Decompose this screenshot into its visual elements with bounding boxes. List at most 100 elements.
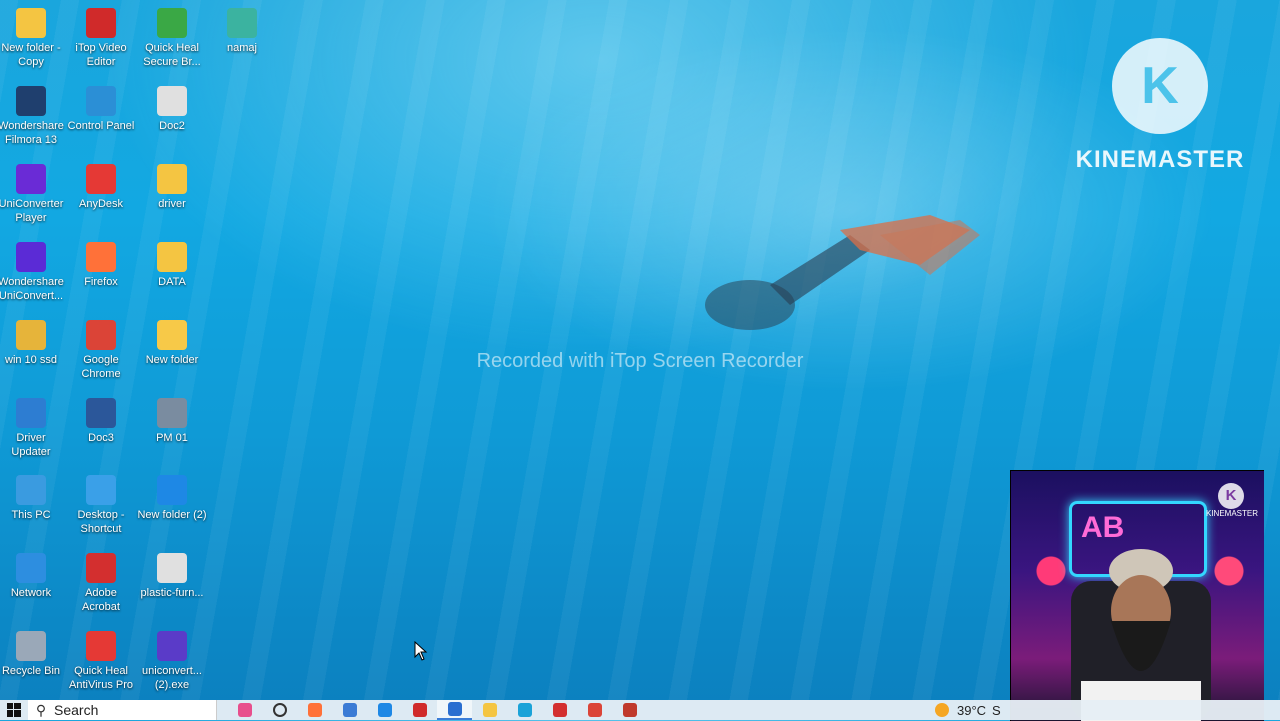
desktop-icon[interactable]: DATA <box>137 238 207 289</box>
edge-icon <box>517 703 532 717</box>
desktop-icon-label: Firefox <box>84 276 118 288</box>
search-placeholder: Search <box>54 702 99 718</box>
taskbar-app-button[interactable] <box>262 700 297 720</box>
desktop-icon[interactable]: Driver Updater <box>0 394 66 459</box>
taskbar-app-button[interactable] <box>507 700 542 720</box>
cortana-icon <box>272 703 287 717</box>
taskbar-app-button[interactable] <box>577 700 612 720</box>
taskbar-app-button[interactable] <box>227 700 262 720</box>
desktop-icon[interactable]: uniconvert... (2).exe <box>137 627 207 692</box>
word-document-icon <box>86 398 116 428</box>
desktop-icon[interactable]: Doc3 <box>66 394 136 445</box>
desktop-icon-label: namaj <box>227 42 257 54</box>
uniconverter-icon <box>16 242 46 272</box>
desktop-icon[interactable]: AnyDesk <box>66 160 136 211</box>
mouse-cursor-icon <box>414 641 428 661</box>
desktop-icon[interactable]: driver <box>137 160 207 211</box>
taskbar-app-button[interactable] <box>542 700 577 720</box>
desktop-icon[interactable]: Doc2 <box>137 82 207 133</box>
desktop-icon[interactable]: Firefox <box>66 238 136 289</box>
desktop-icon-label: Google Chrome <box>81 354 121 380</box>
desktop-icon-label: Control Panel <box>67 120 135 132</box>
control-panel-icon <box>86 86 116 116</box>
wallpaper-diver <box>705 215 980 330</box>
desktop-icon[interactable]: Desktop - Shortcut <box>66 471 136 536</box>
taskbar-app-button[interactable] <box>367 700 402 720</box>
file-explorer-icon <box>482 703 497 717</box>
desktop-icon[interactable]: Network <box>0 549 66 600</box>
kinemaster-logo-text: KINEMASTER <box>1075 146 1245 173</box>
weather-temperature[interactable]: 39°C <box>957 703 986 718</box>
desktop-icon-label: uniconvert... (2).exe <box>142 665 202 691</box>
kinemaster-watermark: K KINEMASTER <box>1070 38 1250 174</box>
desktop-icon-label: Desktop - Shortcut <box>77 509 125 535</box>
desktop-icon[interactable]: Control Panel <box>66 82 136 133</box>
pdf-icon <box>157 553 187 583</box>
taskbar-app-button[interactable] <box>297 700 332 720</box>
desktop-icon[interactable]: UniConverter Player <box>0 160 66 225</box>
taskbar-search-box[interactable]: ⚲ Search <box>28 700 217 720</box>
desktop-icon[interactable]: PM 01 <box>137 394 207 445</box>
file-icon <box>227 8 257 38</box>
windows-logo-icon <box>7 703 21 717</box>
folder-icon <box>16 320 46 350</box>
taskbar-app-button[interactable] <box>437 700 472 720</box>
anydesk-icon <box>86 164 116 194</box>
acrobat-icon <box>552 703 567 717</box>
taskbar-app-button[interactable] <box>612 700 647 720</box>
taskbar: ⚲ Search 39°C S <box>0 700 1280 720</box>
desktop-icon-label: win 10 ssd <box>5 354 57 366</box>
firefox-icon <box>86 242 116 272</box>
taskbar-app-button[interactable] <box>402 700 437 720</box>
desktop-icon[interactable]: New folder - Copy <box>0 4 66 69</box>
desktop-icon-label: Adobe Acrobat <box>82 587 120 613</box>
desktop-icon[interactable]: This PC <box>0 471 66 522</box>
desktop-icon-label: AnyDesk <box>78 198 124 210</box>
settings-gear-icon <box>157 475 187 505</box>
mixed-app-icon <box>237 703 252 717</box>
quick-heal-icon <box>86 631 116 661</box>
weather-condition[interactable]: S <box>992 703 1001 718</box>
desktop-icon[interactable]: Adobe Acrobat <box>66 549 136 614</box>
weather-icon[interactable] <box>935 703 949 717</box>
taskbar-app-button[interactable] <box>332 700 367 720</box>
desktop-icon[interactable]: plastic-furn... <box>137 549 207 600</box>
desktop-icon-label: Driver Updater <box>11 432 51 458</box>
network-icon <box>16 553 46 583</box>
recycle-bin-icon <box>16 631 46 661</box>
firefox-icon <box>307 703 322 717</box>
desktop-icon[interactable]: Wondershare UniConvert... <box>0 238 66 303</box>
desktop-icon-label: iTop Video Editor <box>75 42 127 68</box>
chrome-icon <box>86 320 116 350</box>
pdf-icon <box>157 86 187 116</box>
chrome-icon <box>587 703 602 717</box>
exe-installer-icon <box>157 631 187 661</box>
desktop-icon[interactable]: iTop Video Editor <box>66 4 136 69</box>
desktop-icon-label: Network <box>10 587 52 599</box>
itop-video-icon <box>412 703 427 717</box>
start-button[interactable] <box>0 700 28 720</box>
webcam-overlay: AB K KINEMASTER <box>1010 470 1264 721</box>
desktop-icon[interactable]: Recycle Bin <box>0 627 66 678</box>
kinemaster-small-logo: K KINEMASTER <box>1206 483 1258 518</box>
chrome-profile-icon <box>622 703 637 717</box>
desktop-icon-label: Quick Heal Secure Br... <box>143 42 201 68</box>
desktop-icon[interactable]: Quick Heal AntiVirus Pro <box>66 627 136 692</box>
folder-icon <box>157 164 187 194</box>
desktop-icon[interactable]: Quick Heal Secure Br... <box>137 4 207 69</box>
desktop-icon[interactable]: New folder (2) <box>137 471 207 522</box>
presenter-person <box>1071 549 1211 721</box>
desktop-icon-label: UniConverter Player <box>0 198 64 224</box>
computer-icon <box>16 475 46 505</box>
desktop-icon-label: Doc3 <box>88 432 114 444</box>
image-icon <box>157 398 187 428</box>
desktop-icon[interactable]: win 10 ssd <box>0 316 66 367</box>
folder-icon <box>16 8 46 38</box>
desktop-icon-label: Recycle Bin <box>1 665 61 677</box>
itop-video-editor-icon <box>86 8 116 38</box>
taskbar-app-button[interactable] <box>472 700 507 720</box>
desktop-icon[interactable]: Google Chrome <box>66 316 136 381</box>
desktop-icon[interactable]: New folder <box>137 316 207 367</box>
desktop-icon[interactable]: namaj <box>207 4 277 55</box>
desktop-icon[interactable]: Wondershare Filmora 13 <box>0 82 66 147</box>
